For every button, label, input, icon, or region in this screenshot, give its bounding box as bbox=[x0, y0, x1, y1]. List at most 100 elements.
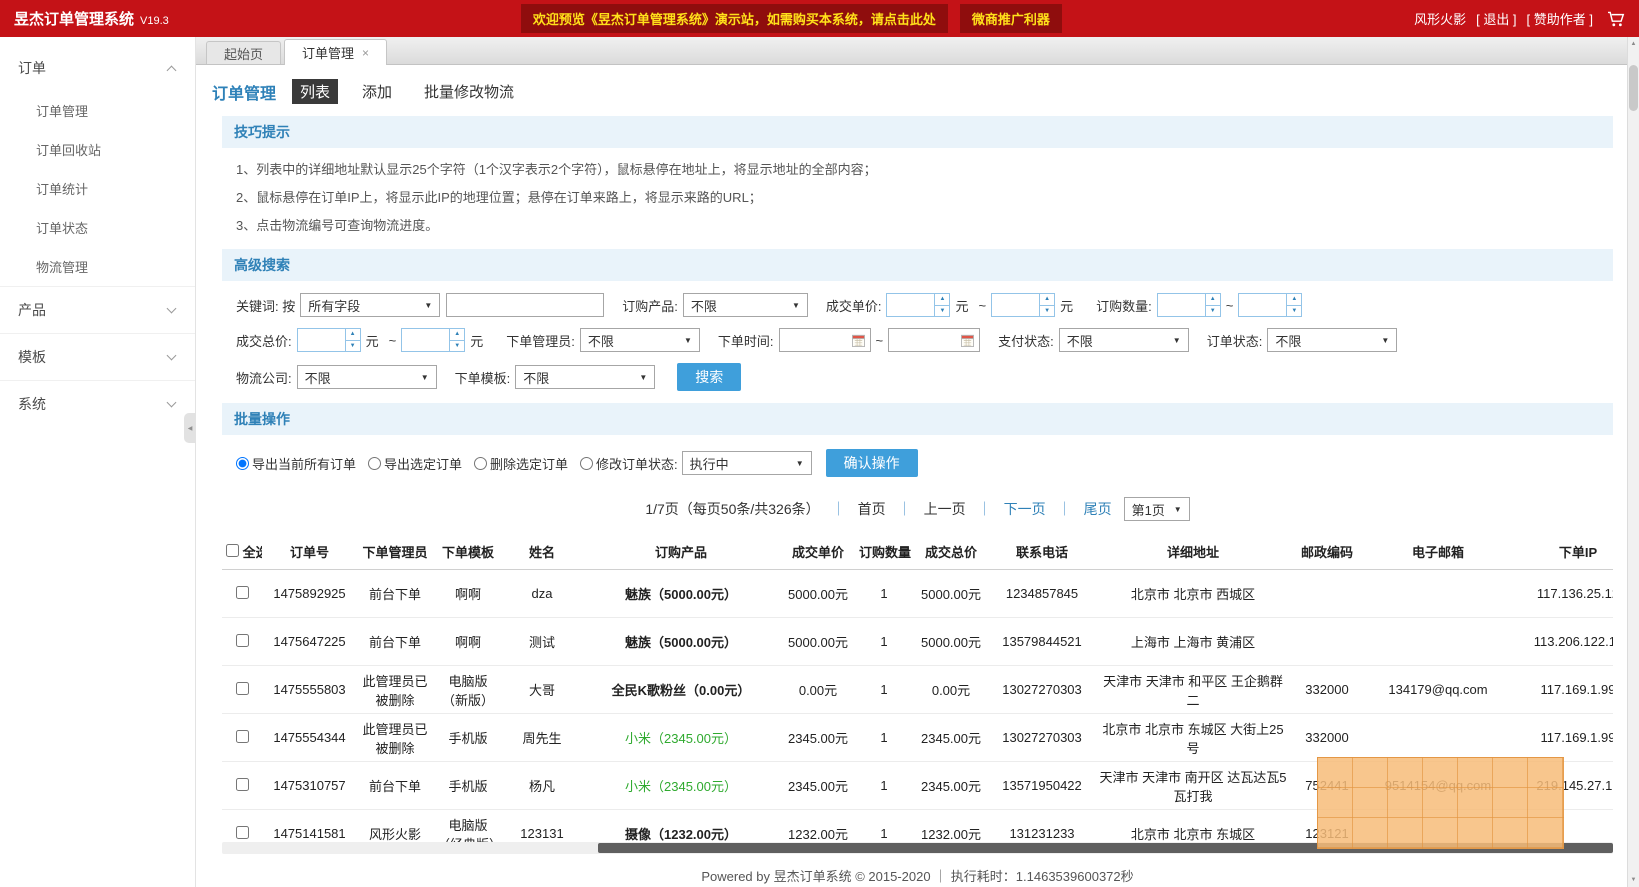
demo-notice-link[interactable]: 欢迎预览《昱杰订单管理系统》演示站，如需购买本系统，请点击此处 bbox=[521, 4, 948, 33]
row-checkbox[interactable] bbox=[236, 826, 249, 839]
radio-delete-selected[interactable] bbox=[474, 457, 487, 470]
sidebar-item-logistics-management[interactable]: 物流管理 bbox=[0, 247, 195, 286]
row-checkbox[interactable] bbox=[236, 778, 249, 791]
cell-email bbox=[1363, 618, 1513, 666]
sidebar-item-order-recycle-bin[interactable]: 订单回收站 bbox=[0, 130, 195, 169]
order-time-end-input[interactable] bbox=[888, 328, 980, 352]
sidebar-group-products[interactable]: 产品 bbox=[0, 286, 195, 333]
first-page-link[interactable]: 首页 bbox=[858, 499, 886, 519]
order-status-select[interactable]: 不限 ▼ bbox=[1267, 328, 1397, 352]
unit-price-min-field[interactable] bbox=[887, 294, 934, 316]
row-checkbox[interactable] bbox=[236, 634, 249, 647]
order-time-start-input[interactable] bbox=[779, 328, 871, 352]
page-title-row: 订单管理 列表 添加 批量修改物流 bbox=[210, 75, 1625, 116]
view-tab-list[interactable]: 列表 bbox=[292, 79, 338, 104]
spin-down-icon[interactable]: ▼ bbox=[935, 306, 949, 317]
spin-down-icon[interactable]: ▼ bbox=[450, 341, 464, 352]
cell-order-no: 1475554344 bbox=[262, 714, 357, 762]
scroll-up-icon[interactable]: ▲ bbox=[1628, 38, 1639, 50]
logout-link[interactable]: [ 退出 ] bbox=[1476, 9, 1516, 28]
total-price-min-field[interactable] bbox=[298, 329, 345, 351]
unit-price-max-stepper[interactable]: ▲ ▼ bbox=[991, 293, 1055, 317]
spin-up-icon[interactable]: ▲ bbox=[1206, 294, 1220, 306]
sidebar-group-orders[interactable]: 订单 bbox=[0, 45, 195, 91]
sidebar-collapse-handle[interactable]: ◀ bbox=[184, 413, 196, 443]
spin-up-icon[interactable]: ▲ bbox=[1287, 294, 1301, 306]
quantity-min-stepper[interactable]: ▲ ▼ bbox=[1157, 293, 1221, 317]
spin-down-icon[interactable]: ▼ bbox=[1287, 306, 1301, 317]
product-select[interactable]: 不限 ▼ bbox=[683, 293, 808, 317]
row-checkbox[interactable] bbox=[236, 730, 249, 743]
radio-change-status[interactable] bbox=[580, 457, 593, 470]
quantity-max-field[interactable] bbox=[1239, 294, 1286, 316]
spin-up-icon[interactable]: ▲ bbox=[450, 329, 464, 341]
batch-option-label: 删除选定订单 bbox=[490, 454, 568, 473]
tab-close-icon[interactable]: × bbox=[362, 46, 369, 60]
yuan-label: 元 bbox=[470, 331, 483, 350]
spin-up-icon[interactable]: ▲ bbox=[1040, 294, 1054, 306]
search-section-title: 高级搜索 bbox=[222, 249, 1613, 281]
sidebar-group-templates[interactable]: 模板 bbox=[0, 333, 195, 380]
batch-option-export-selected[interactable]: 导出选定订单 bbox=[368, 454, 462, 473]
confirm-operation-button[interactable]: 确认操作 bbox=[826, 449, 918, 477]
select-value: 不限 bbox=[1275, 331, 1301, 350]
spin-down-icon[interactable]: ▼ bbox=[1040, 306, 1054, 317]
cell-email bbox=[1363, 570, 1513, 618]
tab-start-page[interactable]: 起始页 bbox=[206, 41, 281, 64]
search-button[interactable]: 搜索 bbox=[677, 363, 741, 391]
spin-down-icon[interactable]: ▼ bbox=[1206, 306, 1220, 317]
unit-price-max-field[interactable] bbox=[992, 294, 1039, 316]
select-all-checkbox[interactable] bbox=[226, 544, 239, 557]
select-value: 不限 bbox=[691, 296, 717, 315]
header-right: 风形火影 [ 退出 ] [ 赞助作者 ] bbox=[1414, 9, 1625, 28]
tab-order-management[interactable]: 订单管理 × bbox=[284, 39, 387, 65]
cell-name: 周先生 bbox=[503, 714, 581, 762]
scroll-down-icon[interactable]: ▼ bbox=[1628, 874, 1639, 886]
vertical-scrollbar-thumb[interactable] bbox=[1629, 65, 1638, 111]
batch-option-export-all[interactable]: 导出当前所有订单 bbox=[236, 454, 356, 473]
order-template-select[interactable]: 不限 ▼ bbox=[515, 365, 655, 389]
spin-down-icon[interactable]: ▼ bbox=[346, 341, 360, 352]
stepper-buttons: ▲ ▼ bbox=[934, 294, 949, 316]
radio-export-all[interactable] bbox=[236, 457, 249, 470]
logistics-select[interactable]: 不限 ▼ bbox=[297, 365, 437, 389]
sponsor-link[interactable]: [ 赞助作者 ] bbox=[1527, 9, 1593, 28]
admin-select[interactable]: 不限 ▼ bbox=[580, 328, 700, 352]
sidebar-item-order-management[interactable]: 订单管理 bbox=[0, 91, 195, 130]
unit-price-min-stepper[interactable]: ▲ ▼ bbox=[886, 293, 950, 317]
cell-phone: 131231233 bbox=[989, 810, 1095, 843]
total-price-min-stepper[interactable]: ▲ ▼ bbox=[297, 328, 361, 352]
pagination-separator: ｜ bbox=[1058, 499, 1072, 519]
batch-option-change-status[interactable]: 修改订单状态: bbox=[580, 454, 678, 473]
batch-status-select[interactable]: 执行中 ▼ bbox=[682, 451, 812, 475]
cell-ip: 117.169.1.99 bbox=[1513, 714, 1613, 762]
quantity-max-stepper[interactable]: ▲ ▼ bbox=[1238, 293, 1302, 317]
total-price-max-stepper[interactable]: ▲ ▼ bbox=[401, 328, 465, 352]
pay-status-select[interactable]: 不限 ▼ bbox=[1059, 328, 1189, 352]
cart-icon[interactable] bbox=[1607, 11, 1625, 27]
view-tab-add[interactable]: 添加 bbox=[354, 79, 400, 104]
page-select[interactable]: 第1页 ▼ bbox=[1124, 497, 1190, 521]
spin-up-icon[interactable]: ▲ bbox=[935, 294, 949, 306]
total-price-max-field[interactable] bbox=[402, 329, 449, 351]
last-page-link[interactable]: 尾页 bbox=[1084, 499, 1112, 519]
chevron-down-icon: ▼ bbox=[684, 336, 692, 345]
sidebar-item-order-statistics[interactable]: 订单统计 bbox=[0, 169, 195, 208]
vertical-scrollbar[interactable]: ▲ ▼ bbox=[1627, 37, 1639, 887]
quantity-min-field[interactable] bbox=[1158, 294, 1205, 316]
batch-option-delete-selected[interactable]: 删除选定订单 bbox=[474, 454, 568, 473]
keyword-field-select[interactable]: 所有字段 ▼ bbox=[300, 293, 440, 317]
sidebar-group-system[interactable]: 系统 bbox=[0, 380, 195, 427]
promo-link[interactable]: 微商推广利器 bbox=[960, 4, 1062, 33]
sidebar-item-order-status[interactable]: 订单状态 bbox=[0, 208, 195, 247]
next-page-link[interactable]: 下一页 bbox=[1004, 499, 1046, 519]
radio-export-selected[interactable] bbox=[368, 457, 381, 470]
cell-total-price: 5000.00元 bbox=[913, 618, 989, 666]
row-checkbox[interactable] bbox=[236, 682, 249, 695]
cell-order-no: 1475647225 bbox=[262, 618, 357, 666]
keyword-input[interactable] bbox=[446, 293, 604, 317]
view-tab-batch-logistics[interactable]: 批量修改物流 bbox=[416, 79, 522, 104]
prev-page-link[interactable]: 上一页 bbox=[924, 499, 966, 519]
row-checkbox[interactable] bbox=[236, 586, 249, 599]
spin-up-icon[interactable]: ▲ bbox=[346, 329, 360, 341]
